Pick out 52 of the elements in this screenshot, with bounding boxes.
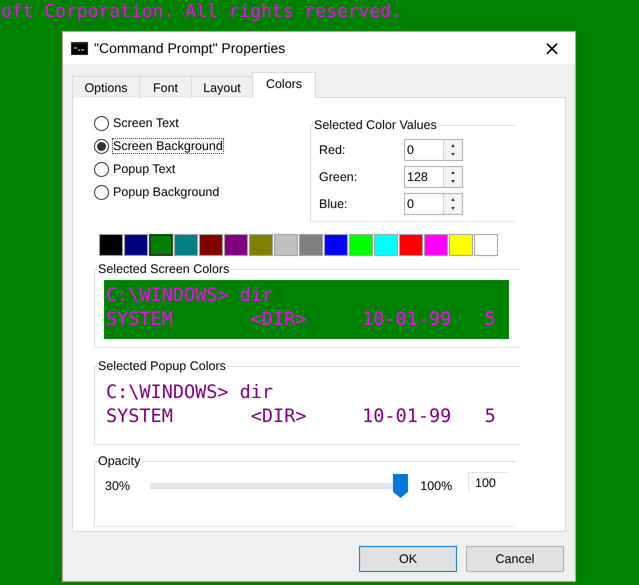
color-swatch[interactable]	[274, 234, 298, 256]
preview-text: 5	[484, 308, 497, 332]
preview-text: SYSTEM	[106, 308, 174, 332]
tab[interactable]: Layout	[191, 76, 253, 98]
preview-text: C:\WINDOWS> dir	[106, 382, 274, 403]
color-swatch[interactable]	[249, 234, 273, 256]
preview-text: SYSTEM	[106, 405, 174, 429]
color-swatch[interactable]	[174, 234, 198, 256]
color-swatch[interactable]	[99, 234, 123, 256]
console-icon	[71, 42, 88, 54]
color-swatch[interactable]	[149, 234, 173, 256]
preview-text: 10-01-99	[362, 308, 452, 332]
color-swatch[interactable]	[474, 234, 498, 256]
preview-text: C:\WINDOWS> dir	[106, 285, 274, 306]
slider-thumb[interactable]	[392, 474, 408, 498]
preview-text: 10-01-99	[362, 405, 452, 429]
color-target-radio[interactable]: Screen Background	[94, 137, 310, 155]
color-swatch[interactable]	[299, 234, 323, 256]
color-swatch[interactable]	[199, 234, 223, 256]
tab[interactable]: Colors	[252, 72, 316, 98]
preview-text: <DIR>	[250, 308, 308, 332]
max-label: 100%	[420, 479, 454, 493]
tab[interactable]: Options	[72, 76, 140, 98]
console-text: oft Corporation. All rights reserved.	[0, 1, 403, 22]
color-target-radio[interactable]: Popup Background	[94, 183, 310, 201]
number-field[interactable]: 0	[404, 138, 443, 160]
color-swatch[interactable]	[349, 234, 373, 256]
dialog-button[interactable]: Cancel	[466, 546, 564, 572]
min-label: 30%	[105, 479, 132, 493]
color-target-radio[interactable]: Popup Text	[94, 160, 310, 178]
preview-text: <DIR>	[250, 405, 308, 429]
color-swatch[interactable]	[124, 234, 148, 256]
field-label: Green:	[319, 170, 358, 184]
number-field[interactable]: 0	[404, 192, 443, 214]
opacity-field[interactable]: 100	[468, 472, 508, 492]
color-swatch[interactable]	[424, 234, 448, 256]
field-label: Blue:	[319, 196, 348, 210]
color-swatch[interactable]	[374, 234, 398, 256]
color-swatch[interactable]	[324, 234, 348, 256]
preview-text: 5	[484, 405, 497, 429]
color-swatch[interactable]	[449, 234, 473, 256]
color-swatch[interactable]	[399, 234, 423, 256]
close-button[interactable]: ×	[529, 32, 575, 64]
color-target-radio[interactable]: Screen Text	[94, 114, 310, 132]
number-field[interactable]: 128	[404, 166, 443, 188]
tab[interactable]: Font	[139, 76, 192, 98]
field-label: Red:	[319, 142, 346, 156]
window-title: "Command Prompt" Properties	[94, 40, 286, 56]
dialog-button[interactable]: OK	[359, 546, 457, 572]
color-swatch[interactable]	[224, 234, 248, 256]
group-title: Selected Popup Colors	[98, 358, 228, 374]
group-title: Opacity	[98, 453, 142, 469]
